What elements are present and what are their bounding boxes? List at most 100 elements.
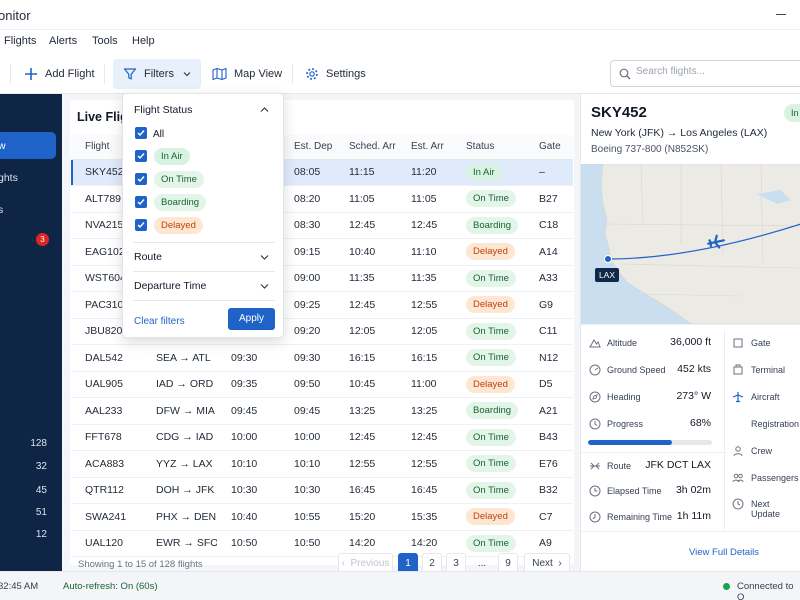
table-row[interactable]: AAL233 DFW → MIA 09:45 09:45 13:25 13:25 Board…	[71, 397, 573, 425]
clock-icon	[589, 418, 601, 430]
cell-est-dep: 10:30	[280, 477, 335, 504]
connection-status: Connected to O	[737, 581, 794, 600]
cell-route: SEA → ATL	[142, 344, 217, 372]
cell-est-dep: 09:20	[280, 318, 335, 345]
cell-est-dep: 09:00	[280, 265, 335, 292]
menu-tools[interactable]: Tools	[92, 35, 118, 47]
flight-map[interactable]: LAX	[581, 164, 800, 324]
cell-gate: E76	[525, 450, 573, 478]
cell-est-arr: 12:45	[397, 424, 452, 451]
view-full-details-link[interactable]: View Full Details	[689, 547, 759, 558]
add-flight-button[interactable]: Add Flight	[24, 59, 95, 89]
checkbox-on-time[interactable]	[135, 173, 147, 185]
route-destination: ORD	[189, 378, 214, 391]
cell-sched-arr: 10:40	[335, 238, 397, 266]
checkbox-in-air[interactable]	[135, 150, 147, 162]
auto-refresh-status[interactable]: Auto-refresh: On (60s)	[63, 581, 158, 592]
cell-sched-dep: 09:30	[217, 344, 280, 372]
stat-passengers-label: Passengers	[751, 473, 799, 483]
passengers-icon	[732, 473, 744, 483]
check-icon	[137, 176, 145, 183]
col-est-dep[interactable]: Est. Dep	[280, 135, 335, 160]
cell-est-dep: 09:25	[280, 291, 335, 319]
status-badge: On Time	[466, 322, 516, 340]
cell-sched-arr: 11:15	[335, 159, 397, 186]
toolbar-divider	[292, 64, 293, 84]
status-option-delayed: Delayed	[154, 217, 203, 234]
status-bar: 32:45 AM Auto-refresh: On (60s) Connecte…	[0, 571, 800, 600]
divider	[133, 271, 275, 272]
cell-est-arr: 12:55	[397, 291, 452, 319]
settings-label: Settings	[326, 68, 366, 80]
toolbar-divider	[200, 64, 201, 84]
chevron-down-icon[interactable]	[260, 253, 269, 261]
cell-sched-arr: 12:05	[335, 318, 397, 345]
table-row[interactable]: UAL905 IAD → ORD 09:35 09:50 10:45 11:00 Delay…	[71, 371, 573, 398]
table-row[interactable]: DAL542 SEA → ATL 09:30 09:30 16:15 16:15 On Ti…	[71, 344, 573, 372]
col-gate[interactable]: Gate	[525, 135, 573, 160]
cell-route: DFW → MIA	[142, 397, 217, 425]
sidebar-item-label[interactable]: ghts	[0, 172, 18, 184]
map-view-button[interactable]: Map View	[212, 59, 282, 89]
sidebar-item-active[interactable]	[0, 132, 56, 159]
checkbox-all[interactable]	[135, 127, 147, 139]
detail-route: New York (JFK) → Los Angeles (LAX)	[591, 127, 768, 139]
menu-alerts[interactable]: Alerts	[49, 35, 77, 47]
route-icon	[590, 462, 600, 470]
status-badge: Delayed	[466, 508, 515, 526]
gate-icon	[733, 338, 743, 348]
col-status[interactable]: Status	[452, 135, 525, 160]
apply-button[interactable]: Apply	[228, 308, 275, 330]
route-filter-section[interactable]: Route	[134, 251, 162, 263]
status-badge: On Time	[466, 534, 516, 552]
cell-gate: A14	[525, 238, 573, 266]
divider	[581, 324, 800, 325]
check-icon	[137, 153, 145, 160]
table-row[interactable]: SWA241 PHX → DEN 10:40 10:55 15:20 15:35 Delay…	[71, 503, 573, 531]
table-row[interactable]: FFT678 CDG → IAD 10:00 10:00 12:45 12:45 On Ti…	[71, 424, 573, 451]
table-row[interactable]: UAL120 EWR → SFO 10:50 10:50 14:20 14:20 On Ti…	[71, 530, 573, 557]
stat-altitude-value: 36,000 ft	[670, 336, 711, 348]
filters-button[interactable]: Filters	[113, 59, 201, 89]
check-icon	[137, 222, 145, 229]
cell-route: CDG → IAD	[142, 424, 217, 451]
cell-status: On Time	[452, 318, 525, 345]
cell-sched-arr: 12:45	[335, 291, 397, 319]
cell-gate: A21	[525, 397, 573, 425]
map-icon	[212, 67, 227, 81]
table-row[interactable]: QTR112 DOH → JFK 10:30 10:30 16:45 16:45 On Ti…	[71, 477, 573, 504]
status-badge: Boarding	[466, 216, 519, 234]
checkbox-boarding[interactable]	[135, 196, 147, 208]
cell-sched-arr: 12:45	[335, 424, 397, 451]
cell-status: Delayed	[452, 371, 525, 398]
search-input[interactable]	[636, 66, 796, 77]
cell-est-dep: 08:30	[280, 212, 335, 239]
status-badge: Delayed	[466, 296, 515, 314]
chevron-up-icon[interactable]	[260, 106, 269, 114]
col-sched-arr[interactable]: Sched. Arr	[335, 135, 397, 160]
cell-gate: N12	[525, 344, 573, 372]
arrow-right-icon: →	[176, 351, 193, 364]
chevron-down-icon[interactable]	[260, 282, 269, 290]
menu-flights[interactable]: Flights	[4, 35, 36, 47]
stat-registration-label: Registration	[751, 419, 800, 429]
cell-status: On Time	[452, 450, 525, 478]
checkbox-delayed[interactable]	[135, 219, 147, 231]
departure-time-filter-section[interactable]: Departure Time	[134, 280, 206, 292]
search-box[interactable]	[610, 60, 800, 87]
settings-button[interactable]: Settings	[305, 59, 366, 89]
col-est-arr[interactable]: Est. Arr	[397, 135, 452, 160]
arrow-right-icon: →	[179, 404, 197, 417]
minimize-icon[interactable]	[776, 14, 786, 15]
flight-status-heading[interactable]: Flight Status	[134, 104, 192, 116]
sidebar-item-label[interactable]: s	[0, 204, 3, 216]
cell-est-arr: 11:20	[397, 159, 452, 186]
stat-progress-value: 68%	[689, 417, 711, 429]
status-badge: Delayed	[466, 243, 515, 261]
gear-icon	[306, 68, 318, 80]
table-row[interactable]: ACA883 YYZ → LAX 10:10 10:10 12:55 12:55 On Ti…	[71, 450, 573, 478]
cell-gate: B43	[525, 424, 573, 451]
clear-filters-link[interactable]: Clear filters	[134, 316, 185, 327]
menu-help[interactable]: Help	[132, 35, 155, 47]
cell-est-dep: 10:55	[280, 503, 335, 531]
